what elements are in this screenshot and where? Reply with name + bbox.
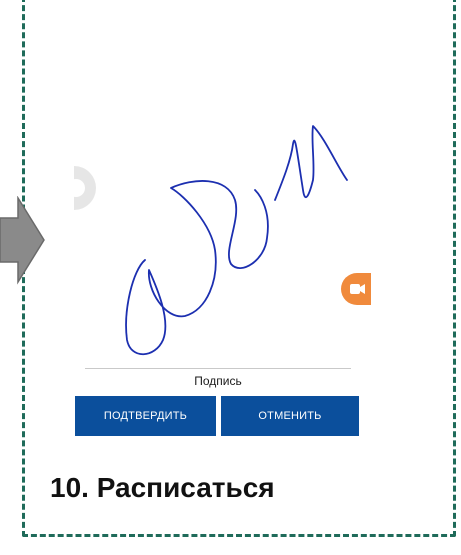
right-arrow-icon (0, 196, 45, 285)
signature-baseline (85, 368, 351, 369)
step-title: 10. Расписаться (50, 472, 275, 503)
cancel-button[interactable]: ОТМЕНИТЬ (221, 396, 359, 436)
confirm-button[interactable]: ПОДТВЕРДИТЬ (75, 396, 216, 436)
instruction-card: Подпись ПОДТВЕРДИТЬ ОТМЕНИТЬ 10. Расписа… (0, 0, 461, 555)
signature-drawing[interactable] (115, 120, 355, 365)
camera-shutter-icon (68, 166, 96, 210)
signature-caption: Подпись (194, 374, 242, 388)
